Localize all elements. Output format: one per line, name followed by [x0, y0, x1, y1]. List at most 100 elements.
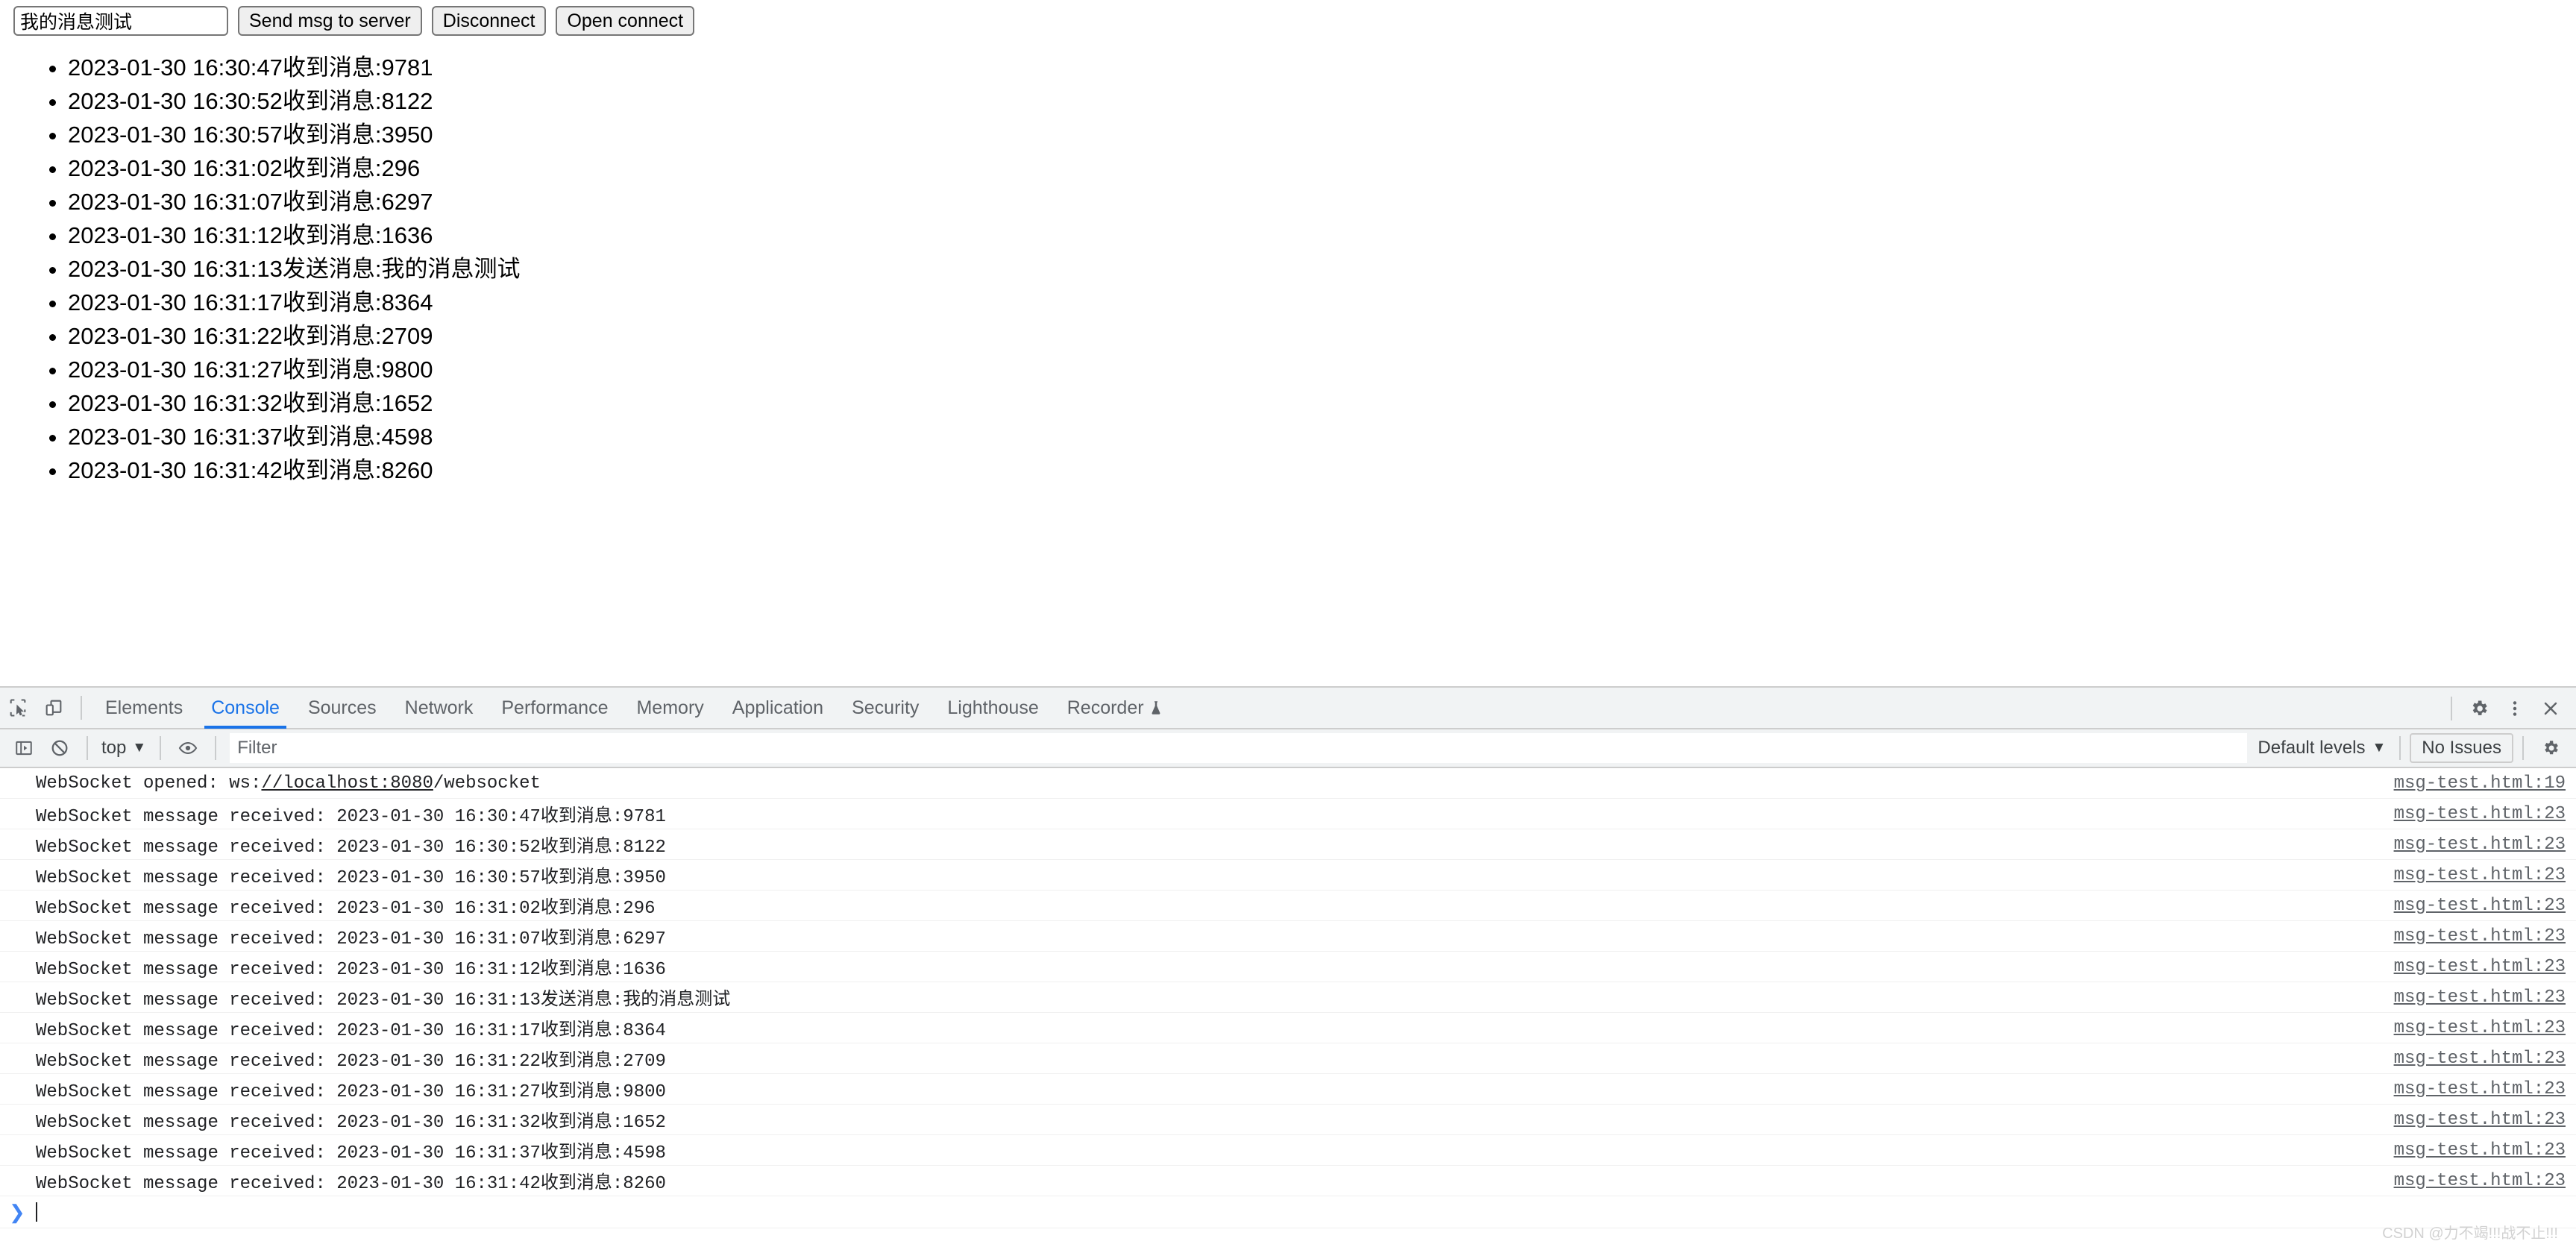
- console-row: WebSocket opened: ws://localhost:8080/we…: [0, 768, 2576, 799]
- list-item: 2023-01-30 16:31:13发送消息:我的消息测试: [68, 252, 520, 286]
- divider: [2522, 736, 2524, 760]
- console-log[interactable]: WebSocket opened: ws://localhost:8080/we…: [0, 768, 2576, 1228]
- tab-memory[interactable]: Memory: [622, 687, 717, 729]
- tab-recorder[interactable]: Recorder: [1053, 687, 1176, 729]
- inspect-element-icon[interactable]: [0, 690, 36, 726]
- console-row: WebSocket message received: 2023-01-30 1…: [0, 1135, 2576, 1166]
- tab-recorder-label: Recorder: [1066, 697, 1144, 718]
- console-context-selector[interactable]: top ▼: [97, 738, 151, 759]
- console-message: WebSocket message received: 2023-01-30 1…: [36, 1174, 666, 1194]
- console-message: WebSocket message received: 2023-01-30 1…: [36, 1082, 666, 1102]
- console-source-link[interactable]: msg-test.html:23: [2394, 987, 2566, 1008]
- console-message: WebSocket opened: ws://localhost:8080/we…: [36, 773, 541, 794]
- clear-console-icon[interactable]: [42, 730, 78, 766]
- text-caret: [35, 1202, 37, 1222]
- open-connect-button[interactable]: Open connect: [556, 6, 695, 36]
- console-row: WebSocket message received: 2023-01-30 1…: [0, 982, 2576, 1013]
- console-row: WebSocket message received: 2023-01-30 1…: [0, 799, 2576, 829]
- console-message: WebSocket message received: 2023-01-30 1…: [36, 868, 666, 888]
- devtools-tabbar: Elements Console Sources Network Perform…: [0, 688, 2576, 729]
- console-source-link[interactable]: msg-test.html:23: [2394, 1049, 2566, 1069]
- websocket-url-link[interactable]: //localhost:8080: [261, 773, 433, 794]
- console-context-label: top: [101, 738, 127, 758]
- console-row: WebSocket message received: 2023-01-30 1…: [0, 829, 2576, 860]
- devtools-panel: Elements Console Sources Network Perform…: [0, 686, 2576, 1253]
- console-settings-gear-icon[interactable]: [2533, 730, 2569, 766]
- device-toolbar-icon[interactable]: [36, 690, 72, 726]
- list-item: 2023-01-30 16:31:07收到消息:6297: [68, 185, 520, 219]
- divider: [2399, 736, 2401, 760]
- console-message: WebSocket message received: 2023-01-30 1…: [36, 960, 666, 980]
- tab-sources[interactable]: Sources: [294, 687, 391, 729]
- console-row: WebSocket message received: 2023-01-30 1…: [0, 1166, 2576, 1196]
- console-source-link[interactable]: msg-test.html:23: [2394, 835, 2566, 855]
- tab-network[interactable]: Network: [391, 687, 488, 729]
- console-source-link[interactable]: msg-test.html:23: [2394, 896, 2566, 916]
- list-item: 2023-01-30 16:31:37收到消息:4598: [68, 420, 520, 453]
- console-sidebar-icon[interactable]: [6, 730, 42, 766]
- console-message: WebSocket message received: 2023-01-30 1…: [36, 1052, 666, 1072]
- list-item: 2023-01-30 16:31:12收到消息:1636: [68, 219, 520, 252]
- devtools-tabbar-right: [2442, 688, 2569, 729]
- console-row: WebSocket message received: 2023-01-30 1…: [0, 860, 2576, 891]
- settings-gear-icon[interactable]: [2461, 691, 2497, 726]
- tab-elements[interactable]: Elements: [91, 687, 197, 729]
- list-item: 2023-01-30 16:31:22收到消息:2709: [68, 319, 520, 353]
- page-toolbar: Send msg to server Disconnect Open conne…: [13, 6, 695, 36]
- tab-console[interactable]: Console: [197, 687, 294, 729]
- divider: [215, 736, 217, 760]
- console-source-link[interactable]: msg-test.html:23: [2394, 1110, 2566, 1130]
- console-source-link[interactable]: msg-test.html:23: [2394, 957, 2566, 977]
- filter-input[interactable]: [230, 733, 2248, 763]
- console-source-link[interactable]: msg-test.html:23: [2394, 1079, 2566, 1099]
- console-row: WebSocket message received: 2023-01-30 1…: [0, 1105, 2576, 1135]
- console-message: WebSocket message received: 2023-01-30 1…: [36, 990, 731, 1011]
- live-expression-eye-icon[interactable]: [170, 730, 206, 766]
- console-source-link[interactable]: msg-test.html:23: [2394, 1140, 2566, 1161]
- flask-icon: [1150, 700, 1162, 715]
- console-row: WebSocket message received: 2023-01-30 1…: [0, 1074, 2576, 1105]
- console-message: WebSocket message received: 2023-01-30 1…: [36, 1021, 666, 1041]
- console-message: WebSocket message received: 2023-01-30 1…: [36, 929, 666, 949]
- chevron-down-icon: ▼: [132, 740, 147, 756]
- tab-performance[interactable]: Performance: [487, 687, 622, 729]
- console-row: WebSocket message received: 2023-01-30 1…: [0, 952, 2576, 982]
- more-options-icon[interactable]: [2497, 691, 2533, 726]
- web-page-content: Send msg to server Disconnect Open conne…: [0, 0, 2576, 686]
- console-row: WebSocket message received: 2023-01-30 1…: [0, 921, 2576, 952]
- console-prompt[interactable]: ❯: [0, 1196, 2576, 1228]
- console-row: WebSocket message received: 2023-01-30 1…: [0, 1043, 2576, 1074]
- list-item: 2023-01-30 16:30:47收到消息:9781: [68, 51, 520, 84]
- log-levels-selector[interactable]: Default levels ▼: [2253, 738, 2390, 759]
- tab-application[interactable]: Application: [718, 687, 838, 729]
- list-item: 2023-01-30 16:31:02收到消息:296: [68, 151, 520, 185]
- list-item: 2023-01-30 16:31:32收到消息:1652: [68, 386, 520, 420]
- tab-security[interactable]: Security: [838, 687, 933, 729]
- send-msg-button[interactable]: Send msg to server: [238, 6, 422, 36]
- console-source-link[interactable]: msg-test.html:23: [2394, 1171, 2566, 1191]
- console-message: WebSocket message received: 2023-01-30 1…: [36, 1113, 666, 1133]
- message-list: 2023-01-30 16:30:47收到消息:9781 2023-01-30 …: [0, 51, 520, 487]
- console-source-link[interactable]: msg-test.html:19: [2394, 773, 2566, 794]
- console-source-link[interactable]: msg-test.html:23: [2394, 804, 2566, 824]
- console-message: WebSocket message received: 2023-01-30 1…: [36, 838, 666, 858]
- tab-lighthouse[interactable]: Lighthouse: [933, 687, 1052, 729]
- console-source-link[interactable]: msg-test.html:23: [2394, 926, 2566, 946]
- list-item: 2023-01-30 16:31:17收到消息:8364: [68, 286, 520, 319]
- console-source-link[interactable]: msg-test.html:23: [2394, 1018, 2566, 1038]
- watermark: CSDN @力不竭!!!战不止!!!: [2382, 1225, 2558, 1242]
- divider: [160, 736, 162, 760]
- console-source-link[interactable]: msg-test.html:23: [2394, 865, 2566, 885]
- list-item: 2023-01-30 16:31:42收到消息:8260: [68, 453, 520, 487]
- disconnect-button[interactable]: Disconnect: [431, 6, 547, 36]
- console-row: WebSocket message received: 2023-01-30 1…: [0, 1013, 2576, 1043]
- list-item: 2023-01-30 16:30:52收到消息:8122: [68, 84, 520, 118]
- divider: [87, 736, 88, 760]
- chevron-down-icon: ▼: [2372, 740, 2387, 756]
- console-filter-bar: top ▼ Default levels ▼ No Issues: [0, 729, 2576, 768]
- console-message-prefix: WebSocket opened: ws:: [36, 773, 262, 794]
- message-input[interactable]: [13, 6, 228, 36]
- issues-button[interactable]: No Issues: [2410, 733, 2513, 763]
- divider: [81, 696, 82, 720]
- close-devtools-icon[interactable]: [2533, 691, 2569, 726]
